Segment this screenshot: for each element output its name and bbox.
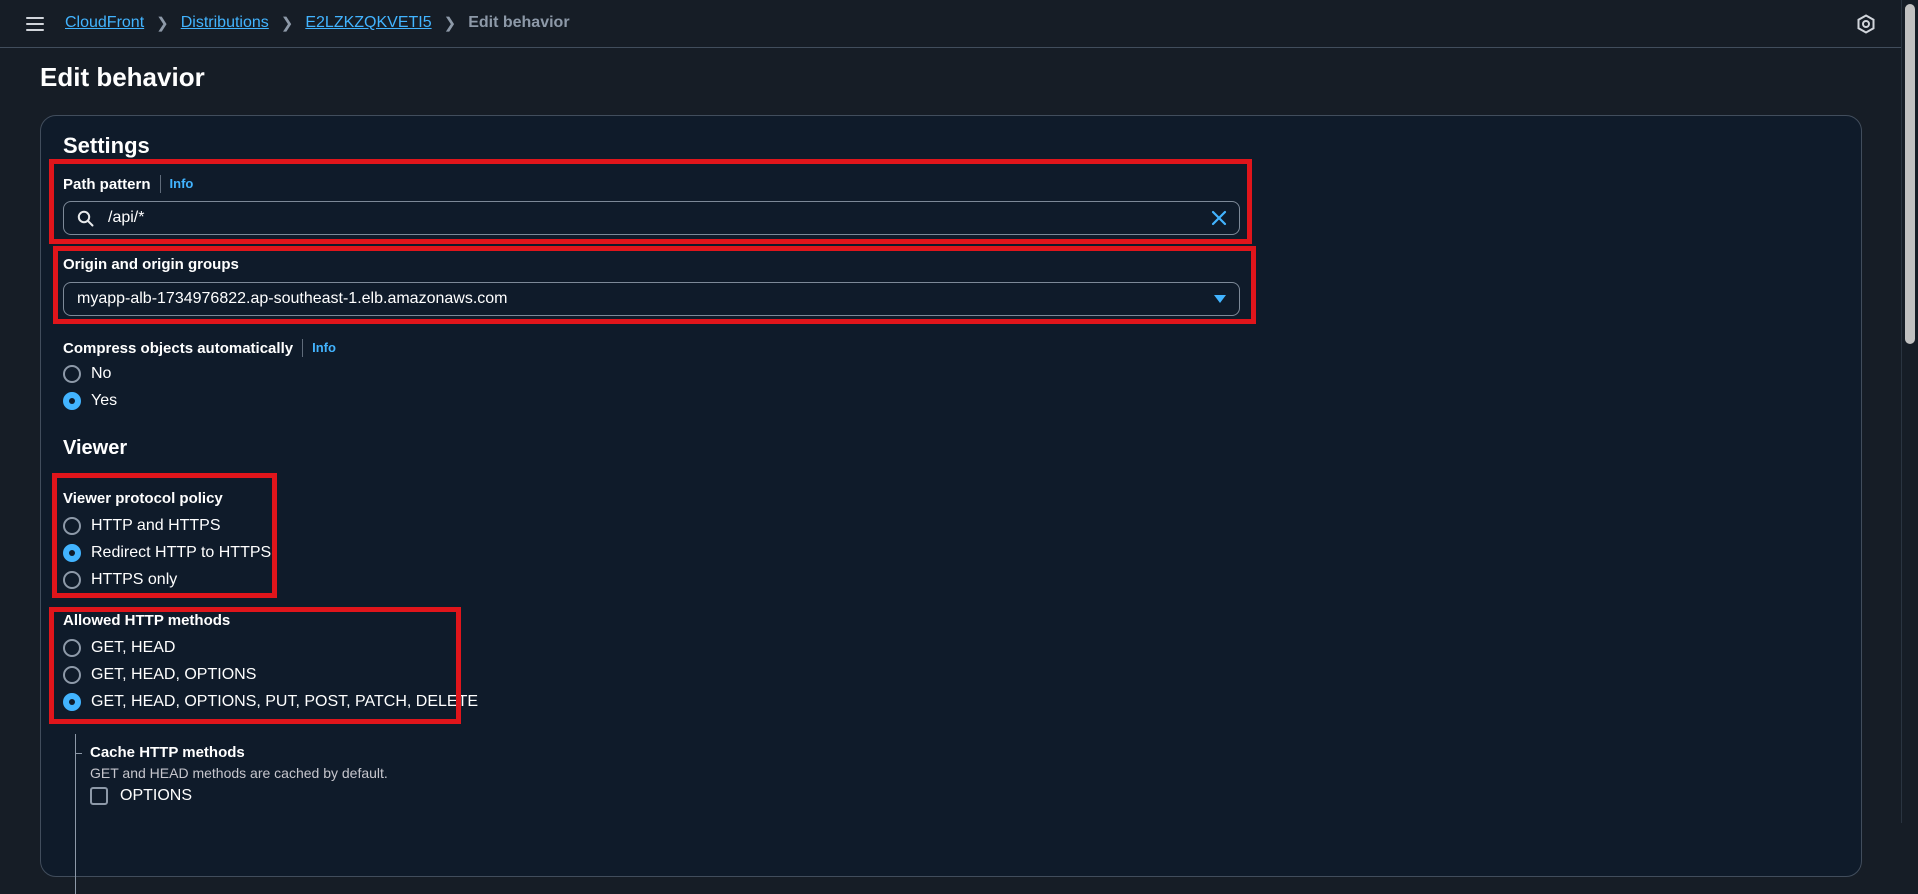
viewer-protocol-label-text: Viewer protocol policy [63, 490, 223, 507]
radio-label: No [91, 365, 112, 382]
breadcrumb: CloudFront ❯ Distributions ❯ E2LZKZQKVET… [65, 14, 570, 32]
chevron-right-icon: ❯ [280, 15, 294, 32]
path-pattern-label-text: Path pattern [63, 175, 151, 193]
methods-option-all[interactable]: GET, HEAD, OPTIONS, PUT, POST, PATCH, DE… [63, 693, 478, 711]
allowed-methods-label: Allowed HTTP methods [63, 612, 230, 629]
viewer-protocol-label: Viewer protocol policy [63, 490, 223, 507]
nested-guide-tick [75, 753, 82, 754]
breadcrumb-distributions[interactable]: Distributions [181, 14, 269, 32]
radio-label: GET, HEAD [91, 639, 176, 656]
compress-info-link[interactable]: Info [302, 339, 336, 357]
protocol-option-redirect[interactable]: Redirect HTTP to HTTPS [63, 544, 271, 562]
hamburger-icon[interactable] [26, 17, 44, 31]
radio-label: GET, HEAD, OPTIONS, PUT, POST, PATCH, DE… [91, 693, 479, 710]
radio-button[interactable] [63, 365, 81, 383]
radio-label: GET, HEAD, OPTIONS [91, 666, 257, 683]
allowed-methods-label-text: Allowed HTTP methods [63, 612, 231, 629]
path-pattern-label: Path pattern Info [63, 175, 193, 193]
radio-button[interactable] [63, 639, 81, 657]
viewer-heading: Viewer [63, 437, 128, 459]
radio-button[interactable] [63, 571, 81, 589]
page-scrollbar[interactable] [1901, 0, 1918, 823]
protocol-option-https-only[interactable]: HTTPS only [63, 571, 177, 589]
cache-methods-label-text: Cache HTTP methods [90, 744, 245, 761]
path-pattern-info-link[interactable]: Info [159, 175, 193, 193]
path-pattern-input[interactable]: /api/* [63, 201, 1240, 235]
radio-label: HTTP and HTTPS [91, 517, 221, 534]
scrollbar-thumb[interactable] [1905, 4, 1915, 344]
hexagon-icon[interactable] [1856, 14, 1876, 34]
nested-guide-line [75, 734, 76, 894]
breadcrumb-cloudfront[interactable]: CloudFront [65, 14, 144, 32]
caret-down-icon [1214, 295, 1226, 303]
origin-label-text: Origin and origin groups [63, 256, 239, 273]
protocol-option-http-https[interactable]: HTTP and HTTPS [63, 517, 221, 535]
cache-methods-label: Cache HTTP methods [90, 744, 245, 761]
settings-heading: Settings [63, 133, 150, 158]
radio-label: Yes [91, 392, 118, 409]
breadcrumb-distribution-id[interactable]: E2LZKZQKVETI5 [305, 14, 431, 32]
radio-button-selected[interactable] [63, 693, 81, 711]
behavior-settings-container: Settings Path pattern Info /api/* Origin… [40, 115, 1862, 894]
cache-methods-description: GET and HEAD methods are cached by defau… [90, 765, 388, 781]
chevron-right-icon: ❯ [443, 15, 457, 32]
compress-option-yes[interactable]: Yes [63, 392, 117, 410]
methods-option-get-head-options[interactable]: GET, HEAD, OPTIONS [63, 666, 256, 684]
search-icon [77, 210, 94, 226]
breadcrumb-current: Edit behavior [468, 14, 570, 31]
origin-label: Origin and origin groups [63, 256, 239, 273]
checkbox[interactable] [90, 787, 108, 805]
compress-label-text: Compress objects automatically [63, 339, 294, 357]
close-icon[interactable] [1211, 210, 1227, 226]
compress-option-no[interactable]: No [63, 365, 111, 383]
radio-button[interactable] [63, 517, 81, 535]
radio-label: HTTPS only [91, 571, 178, 588]
radio-label: Redirect HTTP to HTTPS [91, 544, 272, 561]
origin-select[interactable]: myapp-alb-1734976822.ap-southeast-1.elb.… [63, 282, 1240, 316]
path-pattern-value: /api/* [108, 209, 145, 226]
origin-selected-value: myapp-alb-1734976822.ap-southeast-1.elb.… [77, 290, 508, 307]
radio-button[interactable] [63, 666, 81, 684]
radio-button-selected[interactable] [63, 544, 81, 562]
checkbox-label: OPTIONS [120, 787, 193, 804]
page-title: Edit behavior [40, 62, 205, 92]
compress-label: Compress objects automatically Info [63, 339, 336, 357]
radio-button-selected[interactable] [63, 392, 81, 410]
cache-option-options[interactable]: OPTIONS [90, 787, 192, 805]
chevron-right-icon: ❯ [156, 15, 169, 32]
methods-option-get-head[interactable]: GET, HEAD [63, 639, 175, 657]
top-navigation-bar: CloudFront ❯ Distributions ❯ E2LZKZQKVET… [0, 0, 1902, 48]
